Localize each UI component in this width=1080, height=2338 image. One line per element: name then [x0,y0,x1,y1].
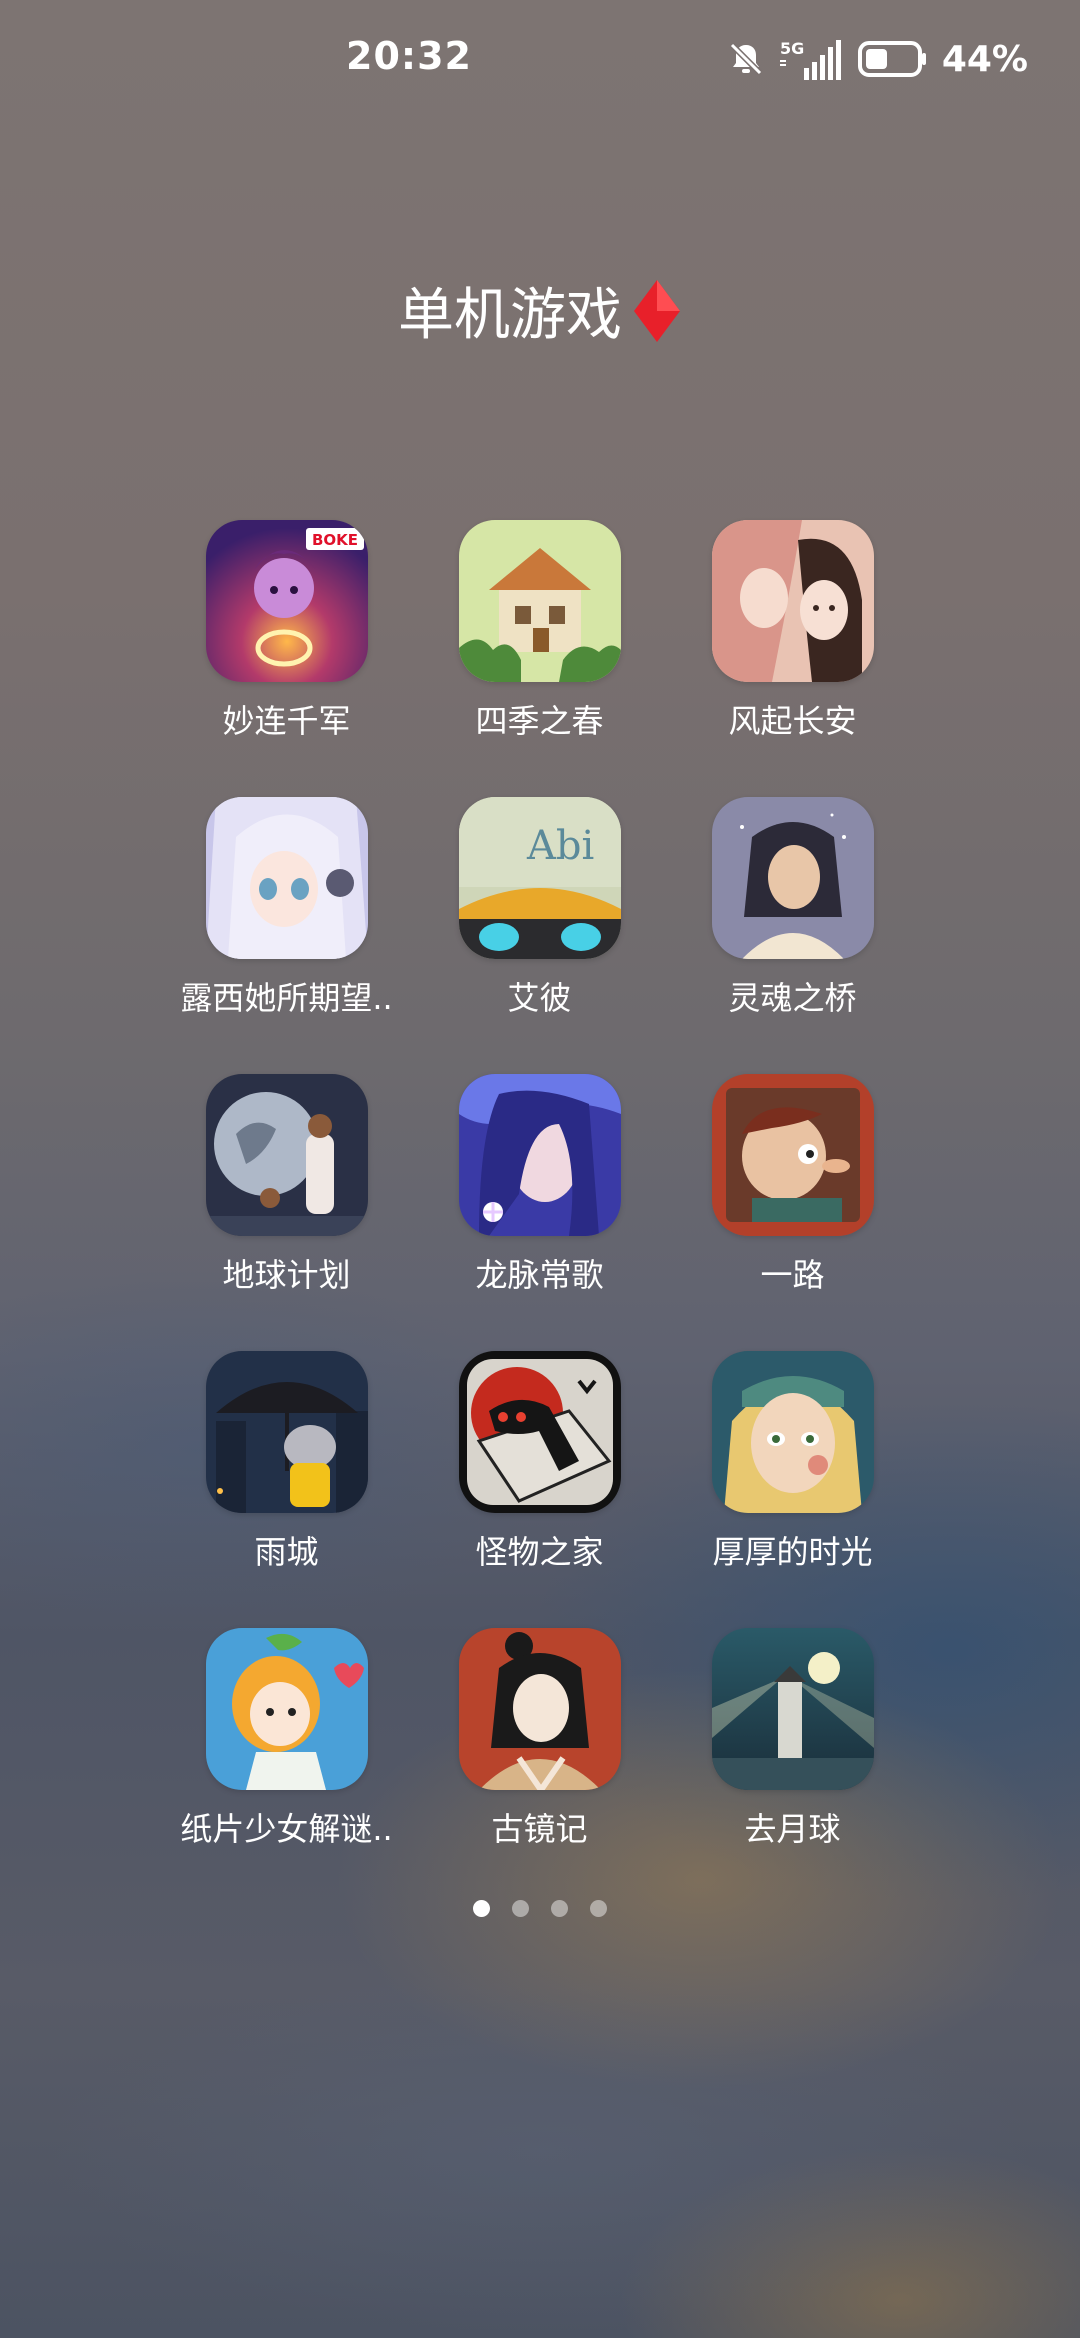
app-label: 纸片少女解谜.. [180,1810,393,1848]
battery-percent: 44% [941,38,1028,80]
fengqi-changan-icon[interactable] [711,520,874,682]
folder-title[interactable]: 单机游戏 [398,270,622,351]
app-soul-bridge[interactable]: 灵魂之桥 [666,797,919,1074]
paper-girl-icon[interactable] [205,1628,368,1790]
app-label: 灵魂之桥 [728,979,857,1017]
folder-header[interactable]: 单机游戏 [0,270,1080,351]
app-label: 地球计划 [222,1256,351,1294]
app-ancient-mirror[interactable]: 古镜记 [413,1628,666,1905]
status-time: 20:32 [346,34,472,78]
yilu-icon[interactable] [711,1074,874,1236]
status-bar: 20:32 5G 44% [0,0,1080,120]
app-label: 风起长安 [728,702,857,740]
status-icons: 5G 44% [726,34,1028,84]
four-seasons-spring-icon[interactable] [458,520,621,682]
page-dot-4[interactable] [590,1900,607,1917]
app-label: 古镜记 [491,1810,588,1848]
rain-city-icon[interactable] [205,1351,368,1513]
red-diamond-icon [634,279,680,342]
abi-icon[interactable]: Abi [458,797,621,959]
app-label: 四季之春 [475,702,604,740]
app-dragon-vein[interactable]: 龙脉常歌 [413,1074,666,1351]
app-lucy[interactable]: 露西她所期望.. [160,797,413,1074]
app-abi[interactable]: Abi 艾彼 [413,797,666,1074]
battery-icon [857,41,926,77]
monster-house-icon[interactable] [458,1351,621,1513]
to-the-moon-icon[interactable] [711,1628,874,1790]
folder-app-grid: BOKE 妙连千军 四季之春 风起长安 露西她所期望.. Abi 艾彼 灵魂之桥… [160,520,920,1905]
boke-badge: BOKE [311,531,357,549]
app-label: 怪物之家 [475,1533,604,1571]
app-rain-city[interactable]: 雨城 [160,1351,413,1628]
app-label: 去月球 [744,1810,841,1848]
app-monster-house[interactable]: 怪物之家 [413,1351,666,1628]
app-label: 妙连千军 [222,702,351,740]
miaolian-qianjun-icon[interactable]: BOKE [205,520,368,682]
app-fengqi-changan[interactable]: 风起长安 [666,520,919,797]
app-label: 艾彼 [507,979,572,1017]
app-four-seasons-spring[interactable]: 四季之春 [413,520,666,797]
lucy-icon[interactable] [205,797,368,959]
ancient-mirror-icon[interactable] [458,1628,621,1790]
thick-time-icon[interactable] [711,1351,874,1513]
app-label: 厚厚的时光 [712,1533,873,1571]
soul-bridge-icon[interactable] [711,797,874,959]
network-label: 5G [780,39,804,58]
bell-muted-icon [729,42,762,76]
app-miaolian-qianjun[interactable]: BOKE 妙连千军 [160,520,413,797]
app-label: 一路 [760,1256,825,1294]
page-indicator[interactable] [0,1900,1080,1917]
app-paper-girl[interactable]: 纸片少女解谜.. [160,1628,413,1905]
dragon-vein-icon[interactable] [458,1074,621,1236]
app-thick-time[interactable]: 厚厚的时光 [666,1351,919,1628]
app-label: 露西她所期望.. [180,979,393,1017]
signal-5g-icon: 5G [779,39,841,80]
page-dot-1[interactable] [473,1900,490,1917]
earth-project-icon[interactable] [205,1074,368,1236]
abi-wordmark: Abi [526,823,594,869]
app-earth-project[interactable]: 地球计划 [160,1074,413,1351]
app-yilu[interactable]: 一路 [666,1074,919,1351]
app-to-the-moon[interactable]: 去月球 [666,1628,919,1905]
page-dot-3[interactable] [551,1900,568,1917]
app-label: 龙脉常歌 [475,1256,604,1294]
app-label: 雨城 [254,1533,319,1571]
page-dot-2[interactable] [512,1900,529,1917]
